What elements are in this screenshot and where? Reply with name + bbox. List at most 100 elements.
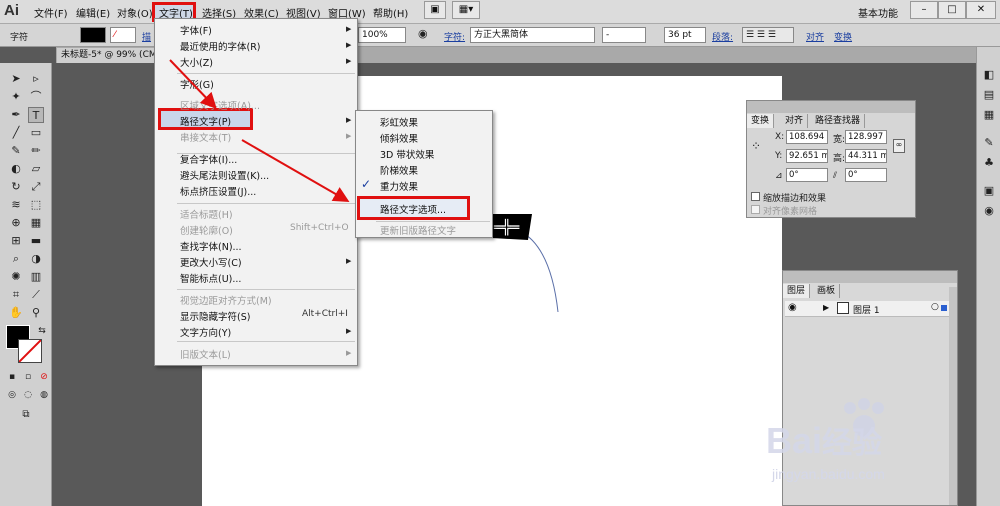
menu-item-optical-margin: 视觉边距对齐方式(M) bbox=[180, 296, 272, 307]
watermark-brand: Bai经验 bbox=[766, 420, 883, 461]
scale-strokes-checkbox[interactable] bbox=[751, 192, 760, 201]
font-style-field[interactable]: - bbox=[602, 27, 646, 43]
shortcut-show-hidden: Alt+Ctrl+I bbox=[302, 309, 348, 319]
visibility-eye-icon[interactable]: ◉ bbox=[788, 302, 797, 313]
direct-selection-icon[interactable]: ▹ bbox=[28, 71, 44, 87]
rectangle-tool-icon[interactable]: ▭ bbox=[28, 125, 44, 141]
color-panel-icon[interactable]: ◧ bbox=[981, 67, 997, 83]
arrange-docs-icon[interactable]: ▦▾ bbox=[452, 1, 480, 19]
layer-name[interactable]: 图层 1 bbox=[853, 303, 880, 316]
draw-behind-icon[interactable]: ◌ bbox=[20, 387, 36, 403]
stroke-swatch[interactable]: ⁄ bbox=[110, 27, 136, 43]
menu-item-change-case[interactable]: 更改大小写(C) bbox=[180, 255, 242, 269]
tab-transform[interactable]: 变换 bbox=[747, 114, 775, 128]
submenu-update-legacy: 更新旧版路径文字 bbox=[380, 226, 457, 237]
rotate-field[interactable]: 0° bbox=[786, 168, 828, 182]
draw-inside-icon[interactable]: ◍ bbox=[36, 387, 52, 403]
magic-wand-icon[interactable]: ✦ bbox=[8, 89, 24, 105]
symbols-icon[interactable]: ♣ bbox=[981, 155, 997, 171]
selection-tool-icon[interactable]: ➤ bbox=[8, 71, 24, 87]
menu-item-show-hidden-chars[interactable]: 显示隐藏字符(S) bbox=[180, 309, 250, 323]
paragraph-link[interactable]: 段落: bbox=[712, 30, 733, 43]
blob-brush-icon[interactable]: ◐ bbox=[8, 161, 24, 177]
layer-row[interactable]: ◉ ▶ 图层 1 ○ bbox=[785, 301, 949, 317]
x-field[interactable]: 108.694 bbox=[786, 130, 828, 144]
screen-mode-icon[interactable]: ⧉ bbox=[18, 407, 34, 423]
menu-file[interactable]: 文件(F) bbox=[34, 5, 68, 20]
reference-point-icon[interactable]: ⁘ bbox=[751, 139, 761, 153]
artboard-tool-icon[interactable]: ⌗ bbox=[8, 287, 24, 303]
maximize-icon[interactable]: □ bbox=[938, 1, 966, 19]
gradient-tool-icon[interactable]: ▬ bbox=[28, 233, 44, 249]
perspective-grid-icon[interactable]: ▦ bbox=[28, 215, 44, 231]
tab-align[interactable]: 对齐 bbox=[781, 114, 809, 128]
width-field[interactable]: 128.997 bbox=[845, 130, 887, 144]
font-field[interactable]: 方正大黑简体 bbox=[470, 27, 595, 43]
symbol-sprayer-icon[interactable]: ✺ bbox=[8, 269, 24, 285]
globe-icon[interactable]: ◉ bbox=[418, 27, 428, 40]
menu-separator bbox=[177, 289, 355, 290]
tab-artboards[interactable]: 画板 bbox=[813, 284, 841, 298]
lasso-icon[interactable]: ⌒ bbox=[28, 89, 44, 105]
tab-pathfinder[interactable]: 路径查找器 bbox=[811, 114, 866, 128]
menu-edit[interactable]: 编辑(E) bbox=[76, 5, 110, 20]
rotate-tool-icon[interactable]: ↻ bbox=[8, 179, 24, 195]
hand-tool-icon[interactable]: ✋ bbox=[8, 305, 24, 321]
expand-arrow-icon[interactable]: ▶ bbox=[823, 303, 829, 312]
graph-tool-icon[interactable]: ▥ bbox=[28, 269, 44, 285]
document-tab[interactable]: 未标题-5* @ 99% (CM bbox=[57, 48, 157, 63]
shape-builder-icon[interactable]: ⊕ bbox=[8, 215, 24, 231]
tools-panel: ➤ ▹ ✦ ⌒ ✒ T ╱ ▭ ✎ ✏ ◐ ▱ ↻ ⤢ ≋ ⬚ ⊕ ▦ ⊞ ▬ … bbox=[0, 63, 52, 506]
constrain-link-icon[interactable]: ∞ bbox=[893, 139, 905, 153]
path-text-artwork[interactable]: ═╬═ bbox=[480, 200, 570, 320]
appearance-icon[interactable]: ◉ bbox=[981, 203, 997, 219]
menu-item-smart-punctuation[interactable]: 智能标点(U)... bbox=[180, 271, 241, 285]
zoom-tool-icon[interactable]: ⚲ bbox=[28, 305, 44, 321]
mesh-tool-icon[interactable]: ⊞ bbox=[8, 233, 24, 249]
menu-item-type-orientation[interactable]: 文字方向(Y) bbox=[180, 325, 231, 339]
blend-tool-icon[interactable]: ◑ bbox=[28, 251, 44, 267]
menu-item-find-font[interactable]: 查找字体(N)... bbox=[180, 239, 242, 253]
gradient-mode-icon[interactable]: ▫ bbox=[20, 369, 36, 385]
eyedropper-icon[interactable]: ⌕ bbox=[8, 251, 24, 267]
height-field[interactable]: 44.311 m bbox=[845, 149, 887, 163]
width-label: 宽: bbox=[833, 135, 846, 145]
swap-colors-icon[interactable]: ⇆ bbox=[34, 323, 50, 339]
font-label[interactable]: 字符: bbox=[444, 30, 465, 43]
close-icon[interactable]: ✕ bbox=[966, 1, 996, 19]
transform-link[interactable]: 变换 bbox=[834, 30, 852, 43]
color-guide-icon[interactable]: ▤ bbox=[981, 87, 997, 103]
color-mode-icon[interactable]: ▪ bbox=[4, 369, 20, 385]
minimize-icon[interactable]: – bbox=[910, 1, 938, 19]
paintbrush-icon[interactable]: ✎ bbox=[8, 143, 24, 159]
warp-tool-icon[interactable]: ≋ bbox=[8, 197, 24, 213]
align-buttons[interactable]: ☰ ☰ ☰ bbox=[742, 27, 794, 43]
target-icon[interactable]: ○ bbox=[931, 302, 939, 312]
slice-tool-icon[interactable]: ⟋ bbox=[28, 287, 44, 303]
pencil-icon[interactable]: ✏ bbox=[28, 143, 44, 159]
submenu-arrow-icon: ▶ bbox=[346, 327, 352, 335]
tab-layers[interactable]: 图层 bbox=[783, 284, 811, 298]
line-tool-icon[interactable]: ╱ bbox=[8, 125, 24, 141]
swatches-icon[interactable]: ▦ bbox=[981, 107, 997, 123]
workspace-switcher[interactable]: 基本功能 bbox=[858, 5, 898, 20]
type-on-path-icon[interactable]: T bbox=[28, 107, 44, 123]
menu-object[interactable]: 对象(O) bbox=[117, 5, 153, 20]
free-transform-icon[interactable]: ⬚ bbox=[28, 197, 44, 213]
font-size-field[interactable]: 36 pt bbox=[664, 27, 706, 43]
brushes-icon[interactable]: ✎ bbox=[981, 135, 997, 151]
shear-field[interactable]: 0° bbox=[845, 168, 887, 182]
draw-normal-icon[interactable]: ◎ bbox=[4, 387, 20, 403]
bridge-icon[interactable]: ▣ bbox=[424, 1, 446, 19]
pen-tool-icon[interactable]: ✒ bbox=[8, 107, 24, 123]
scale-tool-icon[interactable]: ⤢ bbox=[28, 179, 44, 195]
menu-help[interactable]: 帮助(H) bbox=[373, 5, 408, 20]
scale-strokes-label: 缩放描边和效果 bbox=[763, 194, 827, 204]
graphic-styles-icon[interactable]: ▣ bbox=[981, 183, 997, 199]
stroke-color-icon[interactable] bbox=[18, 339, 42, 363]
fill-swatch[interactable] bbox=[80, 27, 106, 43]
align-link[interactable]: 对齐 bbox=[806, 30, 824, 43]
y-field[interactable]: 92.651 m bbox=[786, 149, 828, 163]
eraser-icon[interactable]: ▱ bbox=[28, 161, 44, 177]
none-mode-icon[interactable]: ⊘ bbox=[36, 369, 52, 385]
